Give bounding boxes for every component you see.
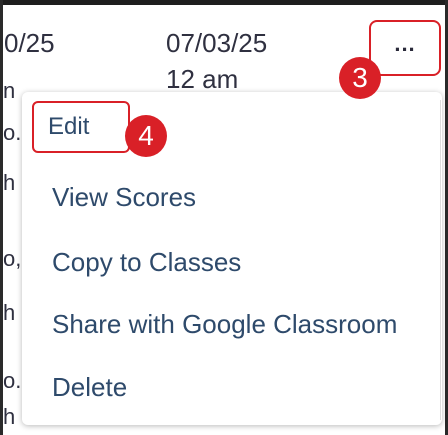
row-fragment: h [3, 170, 16, 195]
menu-item-delete[interactable]: Delete [52, 372, 127, 403]
row-fragment: o, [3, 246, 22, 271]
start-date-cell: 0/25 [4, 28, 55, 58]
menu-item-edit-label: Edit [48, 113, 90, 140]
ellipsis-icon: ... [394, 31, 416, 56]
step-callout-3: 3 [339, 57, 381, 99]
due-time-cell: 12 am [166, 64, 239, 94]
menu-item-copy-to-classes[interactable]: Copy to Classes [52, 247, 241, 278]
row-fragment: n [3, 78, 16, 103]
menu-item-view-scores[interactable]: View Scores [52, 182, 196, 213]
due-date-cell: 07/03/25 [166, 28, 268, 58]
step-callout-4: 4 [125, 115, 167, 157]
row-fragment: h [3, 404, 16, 429]
menu-item-edit[interactable]: Edit [32, 101, 130, 153]
row-fragment: o. [3, 120, 22, 145]
more-actions-button[interactable]: ... [369, 20, 441, 76]
menu-item-share-google-classroom[interactable]: Share with Google Classroom [52, 309, 397, 340]
row-fragment: o. [3, 368, 22, 393]
column-divider [440, 100, 441, 420]
window-frame-top [0, 0, 448, 5]
row-fragment: h [3, 300, 16, 325]
